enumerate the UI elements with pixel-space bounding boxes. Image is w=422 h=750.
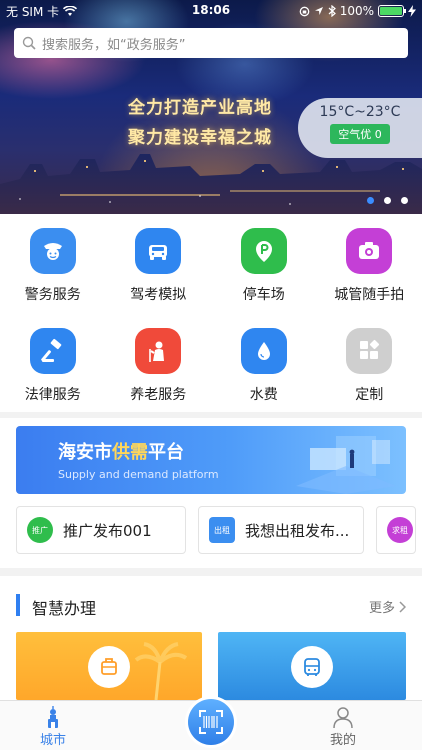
tab-city[interactable]: 城市 — [40, 705, 66, 748]
camera-icon — [346, 228, 393, 274]
carousel-indicator — [367, 197, 408, 204]
service-label: 驾考模拟 — [130, 287, 187, 303]
smart-card-bus[interactable] — [218, 632, 406, 700]
ad-badge: 推广 — [27, 517, 53, 543]
ad-text: 我想出租发布... — [245, 521, 350, 540]
supply-banner-title: 海安市供需平台 — [58, 438, 184, 464]
more-label: 更多 — [368, 601, 395, 616]
scan-icon — [199, 710, 223, 734]
smart-service-section: 智慧办理 更多 — [0, 576, 422, 700]
service-water-bill[interactable]: 水费 — [211, 328, 317, 428]
slogan-line-1: 全力打造产业高地 — [128, 98, 272, 118]
chevron-right-icon — [399, 600, 406, 613]
service-label: 警务服务 — [24, 287, 81, 303]
hero-slogan: 全力打造产业高地 聚力建设幸福之城 — [128, 93, 272, 153]
service-elderly-care[interactable]: 养老服务 — [106, 328, 212, 428]
air-quality-badge: 空气优 0 — [330, 124, 390, 144]
service-label: 养老服务 — [130, 387, 187, 403]
bottom-tab-bar: 城市 我的 — [0, 699, 422, 750]
ad-text: 推广发布001 — [63, 521, 152, 540]
slogan-line-2: 聚力建设幸福之城 — [128, 128, 272, 148]
service-legal[interactable]: 法律服务 — [0, 328, 106, 428]
section-title: 智慧办理 — [32, 599, 97, 618]
user-icon — [333, 707, 353, 729]
hero-banner[interactable]: 无 SIM 卡 18:06 100% 搜索服务，如“政务服务” 全力打造产业高地… — [0, 0, 422, 214]
service-driving-test[interactable]: 驾考模拟 — [106, 228, 212, 328]
tab-me[interactable]: 我的 — [330, 705, 356, 748]
ad-list: 推广 推广发布001 出租 我想出租发布... 求租 — [16, 506, 422, 554]
weather-widget[interactable]: 15°C~23°C 空气优 0 — [298, 98, 422, 158]
carousel-dot[interactable] — [384, 197, 391, 204]
customize-icon — [346, 328, 393, 374]
parking-icon — [240, 228, 287, 274]
service-city-snapshot[interactable]: 城管随手拍 — [317, 228, 422, 328]
service-police[interactable]: 警务服务 — [0, 228, 106, 328]
tab-me-label: 我的 — [330, 733, 357, 748]
car-icon — [135, 228, 182, 274]
status-bar: 无 SIM 卡 18:06 100% — [0, 0, 422, 22]
app-screen: 无 SIM 卡 18:06 100% 搜索服务，如“政务服务” 全力打造产业高地… — [0, 0, 422, 750]
battery-icon — [378, 5, 406, 17]
service-label: 城管随手拍 — [334, 287, 405, 303]
title-suffix: 平台 — [148, 442, 184, 463]
carousel-dot[interactable] — [367, 197, 374, 204]
supply-banner-subtitle: Supply and demand platform — [58, 468, 219, 481]
tab-city-label: 城市 — [40, 733, 67, 748]
search-icon — [22, 36, 36, 50]
gavel-icon — [29, 328, 76, 374]
smart-card-luggage[interactable] — [16, 632, 202, 700]
ad-item[interactable]: 求租 — [376, 506, 416, 554]
status-time: 18:06 — [191, 3, 231, 17]
water-drop-icon — [240, 328, 287, 374]
ad-item[interactable]: 出租 我想出租发布... — [198, 506, 364, 554]
supply-demand-banner[interactable]: 海安市供需平台 Supply and demand platform — [16, 426, 406, 494]
ad-badge: 出租 — [209, 517, 235, 543]
search-bar[interactable]: 搜索服务，如“政务服务” — [14, 28, 408, 58]
weather-temperature: 15°C~23°C — [319, 104, 401, 120]
service-label: 停车场 — [242, 287, 285, 303]
more-link[interactable]: 更多 — [369, 597, 406, 616]
title-prefix: 海安市 — [58, 442, 112, 463]
carousel-dot[interactable] — [401, 197, 408, 204]
service-label: 水费 — [249, 387, 278, 403]
service-label: 定制 — [355, 387, 384, 403]
luggage-icon — [88, 646, 130, 688]
service-parking[interactable]: 停车场 — [211, 228, 317, 328]
scan-button[interactable] — [188, 699, 234, 745]
title-highlight: 供需 — [112, 442, 148, 463]
elderly-care-icon — [135, 328, 182, 374]
search-input[interactable]: 搜索服务，如“政务服务” — [42, 34, 185, 53]
ad-item[interactable]: 推广 推广发布001 — [16, 506, 186, 554]
promo-section: 海安市供需平台 Supply and demand platform 推广 推广… — [0, 418, 422, 568]
ad-badge: 求租 — [387, 517, 413, 543]
platform-illustration — [296, 436, 396, 494]
section-accent-bar — [16, 594, 20, 616]
service-label: 法律服务 — [24, 387, 81, 403]
bus-icon — [291, 646, 333, 688]
service-grid: 警务服务 驾考模拟 停车场 城管随手拍 法律服务 养老服务 水费 定制 — [0, 214, 422, 412]
police-icon — [29, 228, 76, 274]
service-customize[interactable]: 定制 — [317, 328, 422, 428]
city-tower-icon — [48, 706, 58, 728]
